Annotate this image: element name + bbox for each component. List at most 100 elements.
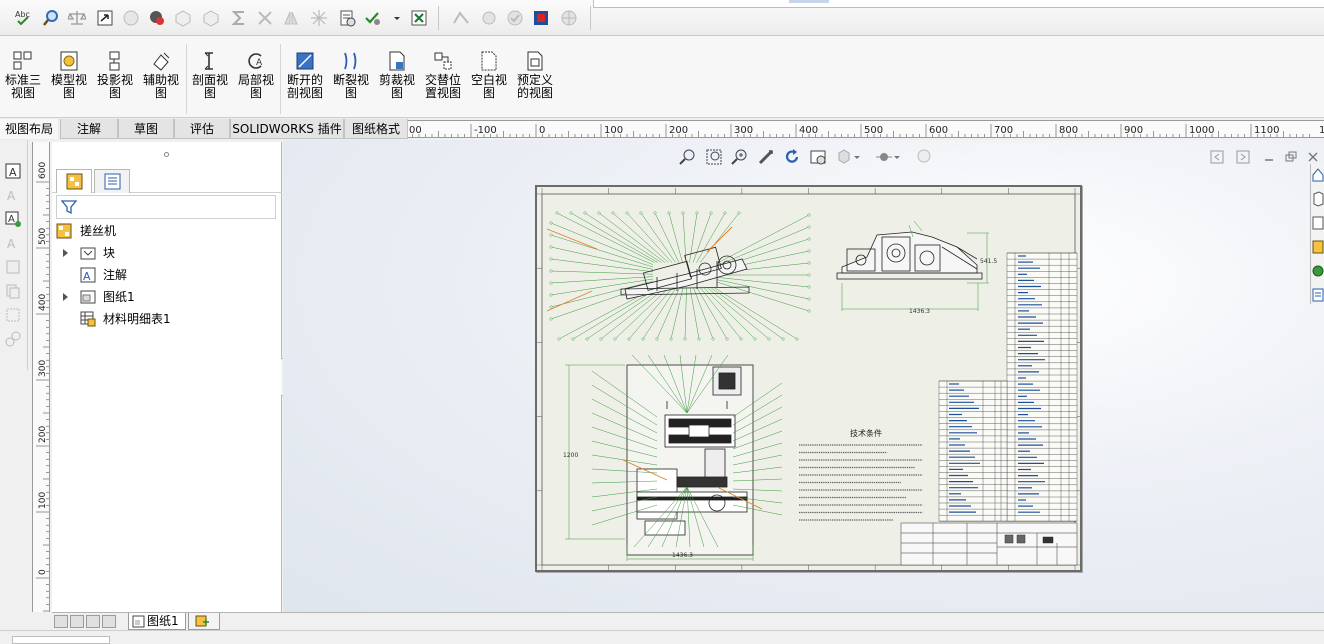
tab-property-manager[interactable]	[94, 169, 130, 193]
color-check-icon[interactable]	[148, 9, 166, 27]
excel-export-icon[interactable]	[410, 9, 428, 27]
svg-text:A: A	[256, 58, 263, 68]
mirror-disabled-icon[interactable]	[282, 9, 300, 27]
auxiliary-view-button[interactable]: 辅助视 图	[139, 50, 183, 112]
pan-icon[interactable]	[757, 148, 775, 166]
ribbon-label: 预定义 的视图	[516, 73, 553, 100]
close-icon[interactable]	[1306, 150, 1320, 164]
top-right-tab[interactable]	[789, 0, 829, 3]
standard-3-view-button[interactable]: 标准三 视图	[1, 50, 45, 112]
chevron-down-icon[interactable]	[853, 148, 861, 166]
tab-annotation[interactable]: 注解	[60, 119, 118, 139]
predefined-view-button[interactable]: 预定义 的视图	[513, 50, 557, 112]
balloon-disabled-icon[interactable]: A	[4, 186, 22, 204]
model-view-button[interactable]: 模型视 图	[47, 50, 91, 112]
tree-item-sheet1[interactable]: 图纸1	[62, 287, 276, 307]
add-sheet-button[interactable]	[188, 613, 220, 630]
zoom-in-out-icon[interactable]	[731, 148, 749, 166]
tab-evaluate[interactable]: 评估	[174, 119, 230, 139]
graphics-area[interactable]: 1436.3 541.5 1200 1436.3 技术条件	[283, 140, 1324, 614]
svg-text:A: A	[8, 214, 15, 225]
tab-view-layout[interactable]: 视图布局	[0, 119, 58, 139]
balance-icon[interactable]	[68, 9, 86, 27]
predefined-view-icon	[524, 50, 546, 72]
redraw-icon[interactable]	[783, 148, 801, 166]
disabled-tool-icon[interactable]	[122, 9, 140, 27]
tab-sheet1[interactable]: 图纸1	[128, 613, 186, 630]
chevron-down-icon[interactable]	[893, 148, 901, 166]
tab-feature-tree[interactable]	[56, 169, 92, 193]
tree-item-annotations[interactable]: A 注解	[62, 265, 276, 285]
tab-sketch[interactable]: 草图	[118, 119, 174, 139]
lightbulb-icon[interactable]	[915, 148, 933, 166]
zoom-area-icon[interactable]	[705, 148, 723, 166]
horizontal-ruler-graphic: 00 -100 0 100 200 300 400 500 600 700 800 900 1000 11…	[409, 124, 1324, 137]
spell-check-icon[interactable]: Abc	[14, 9, 32, 27]
zoom-to-fit-icon[interactable]	[679, 148, 697, 166]
restore-icon[interactable]	[1284, 150, 1298, 164]
previous-sheet-button[interactable]	[70, 615, 84, 628]
drawing-sheet[interactable]: 1436.3 541.5 1200 1436.3 技术条件	[535, 185, 1082, 572]
move-entity-icon[interactable]	[96, 9, 114, 27]
appearances-icon[interactable]	[1312, 262, 1324, 280]
sum-icon[interactable]	[230, 9, 248, 27]
view-settings-icon[interactable]	[809, 148, 827, 166]
chevron-down-icon[interactable]	[392, 9, 402, 27]
spell-disabled-icon[interactable]: A	[4, 234, 22, 252]
break-view-button[interactable]: 断裂视 图	[329, 50, 373, 112]
tree-root[interactable]: 搓丝机	[56, 221, 276, 241]
view-palette-icon[interactable]	[1312, 238, 1324, 256]
check-disabled-icon[interactable]	[506, 9, 524, 27]
last-sheet-button[interactable]	[102, 615, 116, 628]
feature-tree-filter[interactable]	[56, 195, 276, 219]
home-icon[interactable]	[1312, 166, 1324, 184]
snowflake-disabled-icon[interactable]	[310, 9, 328, 27]
next-sheet-button[interactable]	[86, 615, 100, 628]
display-style-icon[interactable]	[835, 148, 853, 166]
svg-text:A: A	[83, 270, 91, 283]
first-sheet-button[interactable]	[54, 615, 68, 628]
alternate-position-view-button[interactable]: 交替位 置视图	[421, 50, 465, 112]
hatch-disabled-icon[interactable]	[4, 306, 22, 324]
detail-view-button[interactable]: A 局部视 图	[234, 50, 278, 112]
broken-out-section-button[interactable]: 断开的 剖视图	[283, 50, 327, 112]
expand-arrow-icon[interactable]	[62, 293, 70, 301]
broken-tool-icon[interactable]	[452, 9, 470, 27]
minimize-icon[interactable]	[1262, 150, 1276, 164]
tab-solidworks-addins[interactable]: SOLIDWORKS 插件	[230, 119, 344, 139]
globe-disabled-icon[interactable]	[560, 9, 578, 27]
tree-item-bom[interactable]: 材料明细表1	[62, 309, 276, 329]
document-check-icon[interactable]	[338, 9, 356, 27]
shield-disabled-icon[interactable]	[202, 9, 220, 27]
gear-disabled-icon[interactable]	[480, 9, 498, 27]
design-library-icon[interactable]	[1312, 190, 1324, 208]
tab-sheet-format[interactable]: 图纸格式	[344, 119, 408, 139]
svg-text:A: A	[9, 166, 17, 179]
cube-disabled-icon[interactable]	[174, 9, 192, 27]
ribbon: 标准三 视图 模型视 图 投影视 图 辅助视 图 剖面视 图 A 局部视 图 断…	[0, 36, 1324, 118]
next-view-icon[interactable]	[1236, 150, 1250, 164]
ribbon-separator	[186, 44, 187, 114]
panel-grip[interactable]	[164, 152, 169, 157]
note-icon[interactable]: A	[4, 162, 22, 180]
format-disabled-icon[interactable]	[4, 258, 22, 276]
link-disabled-icon[interactable]	[4, 330, 22, 348]
file-explorer-icon[interactable]	[1312, 214, 1324, 232]
expand-arrow-icon[interactable]	[62, 249, 70, 257]
projected-view-button[interactable]: 投影视 图	[93, 50, 137, 112]
ruler-tick-label: 600	[38, 162, 48, 179]
tools-disabled-icon[interactable]	[256, 9, 274, 27]
copy-disabled-icon[interactable]	[4, 282, 22, 300]
flag-icon[interactable]	[532, 9, 550, 27]
section-view-button[interactable]: 剖面视 图	[188, 50, 232, 112]
bom-table	[938, 252, 1078, 522]
custom-properties-icon[interactable]	[1312, 286, 1324, 304]
linear-note-icon[interactable]: A	[4, 210, 22, 228]
tree-item-blocks[interactable]: 块	[62, 243, 276, 263]
previous-view-icon[interactable]	[1210, 150, 1224, 164]
hide-show-icon[interactable]	[875, 148, 893, 166]
empty-view-button[interactable]: 空白视 图	[467, 50, 511, 112]
find-references-icon[interactable]	[42, 9, 60, 27]
crop-view-button[interactable]: 剪裁视 图	[375, 50, 419, 112]
check-options-icon[interactable]	[364, 9, 382, 27]
